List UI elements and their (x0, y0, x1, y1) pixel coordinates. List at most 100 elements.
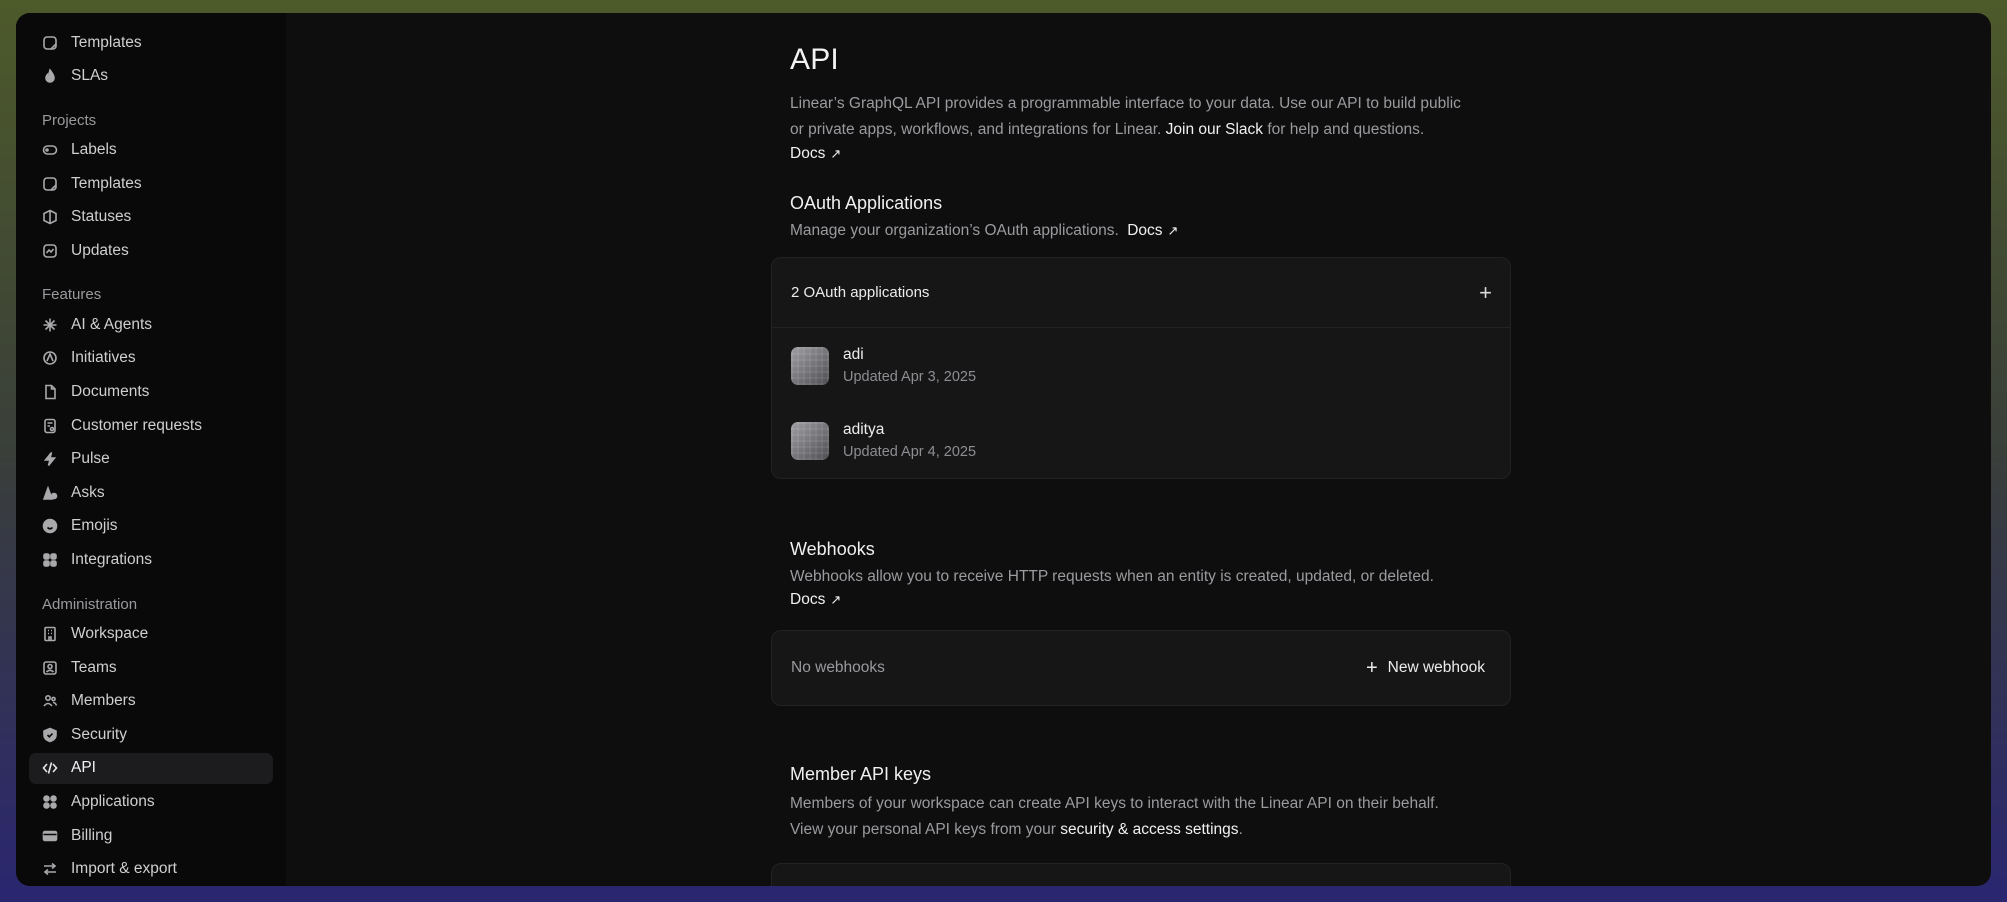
app-icon (791, 421, 829, 460)
shield-icon (41, 726, 59, 744)
sidebar-item-label: Statuses (71, 208, 132, 226)
api-intro-line-2: or private apps, workflows, and integrat… (790, 121, 1162, 138)
api-settings-page: API Linear’s GraphQL API provides a prog… (286, 13, 1991, 886)
members-icon (41, 692, 59, 710)
add-oauth-app-button[interactable]: + (1479, 280, 1492, 306)
sidebar-section-features: Features (42, 286, 102, 304)
sidebar-item-label: AI & Agents (71, 315, 152, 333)
oauth-app-row[interactable]: aditya Updated Apr 4, 2025 (772, 403, 1510, 478)
api-settings-content: API Linear’s GraphQL API provides a prog… (771, 43, 1511, 886)
teams-icon (41, 659, 59, 677)
sidebar-item-teams[interactable]: Teams (29, 652, 273, 683)
emoji-icon (41, 517, 59, 535)
sidebar-item-project-templates[interactable]: Templates (29, 168, 273, 199)
member-keys-line-1: Members of your workspace can create API… (790, 795, 1439, 812)
label-icon (41, 141, 59, 159)
sidebar-item-customer-requests[interactable]: Customer requests (29, 410, 273, 441)
oauth-app-row[interactable]: adi Updated Apr 3, 2025 (772, 328, 1510, 403)
external-arrow-icon: ↗ (830, 592, 842, 607)
oauth-title: OAuth Applications (790, 193, 943, 213)
oauth-count: 2 OAuth applications (791, 284, 930, 301)
app-name: adi (843, 346, 864, 363)
settings-sidebar: Templates SLAs Projects Labels Templates… (16, 13, 286, 886)
sidebar-item-label: Workspace (71, 625, 149, 643)
status-icon (41, 208, 59, 226)
new-webhook-button[interactable]: + New webhook (1366, 657, 1485, 680)
security-access-settings-link[interactable]: security & access settings (1060, 821, 1238, 838)
sidebar-item-label: Asks (71, 483, 105, 501)
webhooks-docs-link[interactable]: Docs ↗ (790, 591, 841, 609)
sidebar-item-api[interactable]: API (29, 752, 273, 784)
sidebar-item-label: Members (71, 692, 136, 710)
plus-icon: + (1365, 656, 1378, 679)
sidebar-item-label: Applications (71, 793, 155, 810)
webhooks-row: No webhooks + New webhook (772, 631, 1510, 705)
sidebar-item-emojis[interactable]: Emojis (29, 511, 273, 542)
sidebar-item-label: Templates (71, 33, 142, 51)
external-arrow-icon: ↗ (1167, 223, 1179, 238)
oauth-description-row: Manage your organization’s OAuth applica… (790, 220, 1511, 242)
new-webhook-label: New webhook (1387, 659, 1485, 676)
sidebar-item-members[interactable]: Members (29, 686, 273, 717)
no-webhooks-label: No webhooks (791, 659, 885, 676)
sidebar-item-label: Customer requests (71, 416, 202, 434)
sidebar-item-documents[interactable]: Documents (29, 377, 273, 408)
app-icon (791, 346, 829, 385)
sidebar-item-pulse[interactable]: Pulse (29, 444, 273, 475)
sidebar-item-import-export[interactable]: Import & export (29, 854, 273, 885)
member-keys-card (771, 863, 1511, 886)
sidebar-item-integrations[interactable]: Integrations (29, 545, 273, 576)
sidebar-item-statuses[interactable]: Statuses (29, 202, 273, 233)
member-keys-title: Member API keys (790, 764, 932, 784)
sidebar-item-label: Emojis (71, 517, 118, 535)
sidebar-item-billing[interactable]: Billing (29, 820, 273, 851)
sidebar-item-label: Initiatives (71, 349, 136, 367)
docs-label: Docs (790, 591, 826, 608)
api-docs-link[interactable]: Docs ↗ (790, 145, 841, 163)
sidebar-item-labels[interactable]: Labels (29, 135, 273, 166)
sidebar-section-administration: Administration (42, 595, 138, 613)
template-icon (41, 175, 59, 193)
app-window: Templates SLAs Projects Labels Templates… (16, 13, 1991, 886)
sidebar-item-ai-agents[interactable]: AI & Agents (29, 309, 273, 340)
webhooks-description: Webhooks allow you to receive HTTP reque… (790, 568, 1434, 585)
sidebar-item-workspace[interactable]: Workspace (29, 619, 273, 650)
import-export-icon (41, 860, 59, 878)
sidebar-item-label: Pulse (71, 450, 110, 468)
sidebar-item-label: Integrations (71, 551, 152, 569)
external-arrow-icon: ↗ (830, 146, 842, 161)
pulse-icon (41, 450, 59, 468)
api-intro: Linear’s GraphQL API provides a programm… (790, 91, 1511, 143)
oauth-description: Manage your organization’s OAuth applica… (790, 222, 1119, 239)
sidebar-item-label: Teams (71, 658, 117, 676)
sidebar-item-asks[interactable]: Asks (29, 477, 273, 508)
sidebar-item-slas[interactable]: SLAs (29, 61, 273, 92)
sidebar-item-label: Labels (71, 141, 117, 159)
sidebar-item-label: Billing (71, 826, 113, 844)
member-keys-period: . (1238, 821, 1243, 838)
sidebar-item-initiatives[interactable]: Initiatives (29, 343, 273, 374)
join-slack-link[interactable]: Join our Slack (1166, 121, 1263, 138)
sidebar-item-label: Updates (71, 241, 129, 259)
app-name: aditya (843, 421, 885, 438)
sidebar-item-security[interactable]: Security (29, 719, 273, 750)
app-updated: Updated Apr 4, 2025 (843, 444, 977, 460)
page-title: API (790, 43, 839, 76)
api-intro-line-1: Linear’s GraphQL API provides a programm… (790, 95, 1461, 112)
docs-label: Docs (1127, 222, 1163, 239)
sidebar-item-label: SLAs (71, 67, 109, 85)
sidebar-item-templates[interactable]: Templates (29, 27, 273, 58)
template-icon (41, 34, 59, 52)
sidebar-item-label: Documents (71, 383, 150, 401)
code-icon (41, 759, 59, 777)
webhooks-card: No webhooks + New webhook (771, 630, 1511, 706)
customer-request-icon (41, 417, 59, 435)
member-keys-line-2: View your personal API keys from your (790, 821, 1056, 838)
sidebar-item-label: Templates (71, 174, 142, 192)
updates-icon (41, 242, 59, 260)
oauth-docs-link[interactable]: Docs ↗ (1127, 222, 1178, 239)
sidebar-item-applications[interactable]: Applications (29, 787, 273, 818)
sidebar-item-label: API (71, 759, 96, 777)
sidebar-item-updates[interactable]: Updates (29, 235, 273, 266)
asks-icon (41, 484, 59, 502)
